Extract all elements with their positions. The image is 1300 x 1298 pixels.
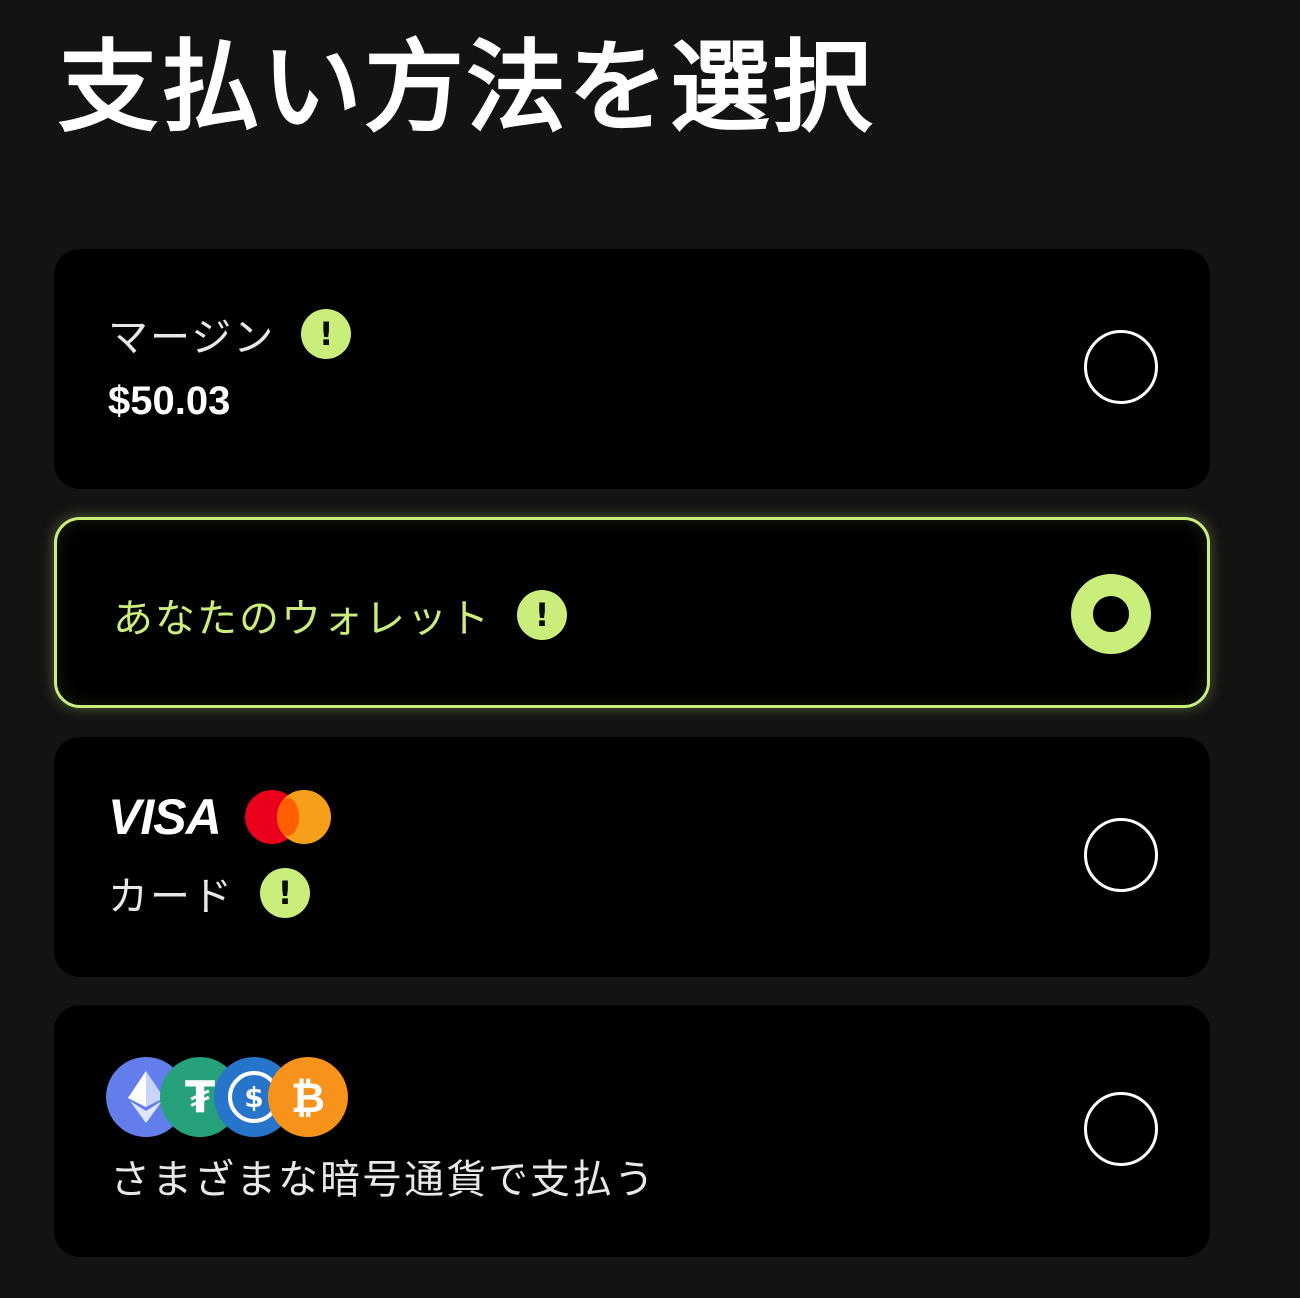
crypto-label: さまざまな暗号通貨で支払う bbox=[110, 1157, 656, 1203]
payment-option-wallet[interactable]: あなたのウォレット ! bbox=[54, 517, 1210, 708]
wallet-label: あなたのウォレット bbox=[113, 596, 491, 642]
bitcoin-icon: ₿ bbox=[268, 1057, 348, 1137]
radio-margin[interactable] bbox=[1084, 330, 1158, 404]
payment-option-margin[interactable]: マージン ! $50.03 bbox=[54, 249, 1210, 489]
visa-logo: VISA bbox=[108, 789, 222, 845]
radio-wallet-selected[interactable] bbox=[1071, 574, 1151, 654]
margin-amount: $50.03 bbox=[108, 379, 231, 423]
margin-label-row: マージン ! bbox=[108, 305, 352, 363]
crypto-coin-icons: ₮ $ ₿ bbox=[106, 1057, 356, 1141]
page-title: 支払い方法を選択 bbox=[58, 29, 874, 146]
mastercard-overlap bbox=[276, 798, 299, 836]
card-label-row: カード ! bbox=[108, 864, 310, 922]
info-icon[interactable]: ! bbox=[301, 309, 352, 359]
payment-option-card[interactable]: VISA カード ! bbox=[54, 737, 1210, 977]
wallet-label-row: あなたのウォレット ! bbox=[113, 586, 567, 644]
card-label: カード bbox=[108, 874, 234, 920]
mastercard-logo bbox=[244, 788, 333, 846]
radio-crypto[interactable] bbox=[1084, 1092, 1158, 1166]
radio-card[interactable] bbox=[1084, 818, 1158, 892]
card-brand-row: VISA bbox=[108, 787, 333, 847]
info-icon[interactable]: ! bbox=[260, 868, 310, 918]
info-icon[interactable]: ! bbox=[517, 590, 567, 640]
payment-option-crypto[interactable]: ₮ $ ₿ さまざまな暗号通貨で支払う bbox=[54, 1005, 1210, 1257]
margin-label: マージン bbox=[108, 315, 276, 361]
